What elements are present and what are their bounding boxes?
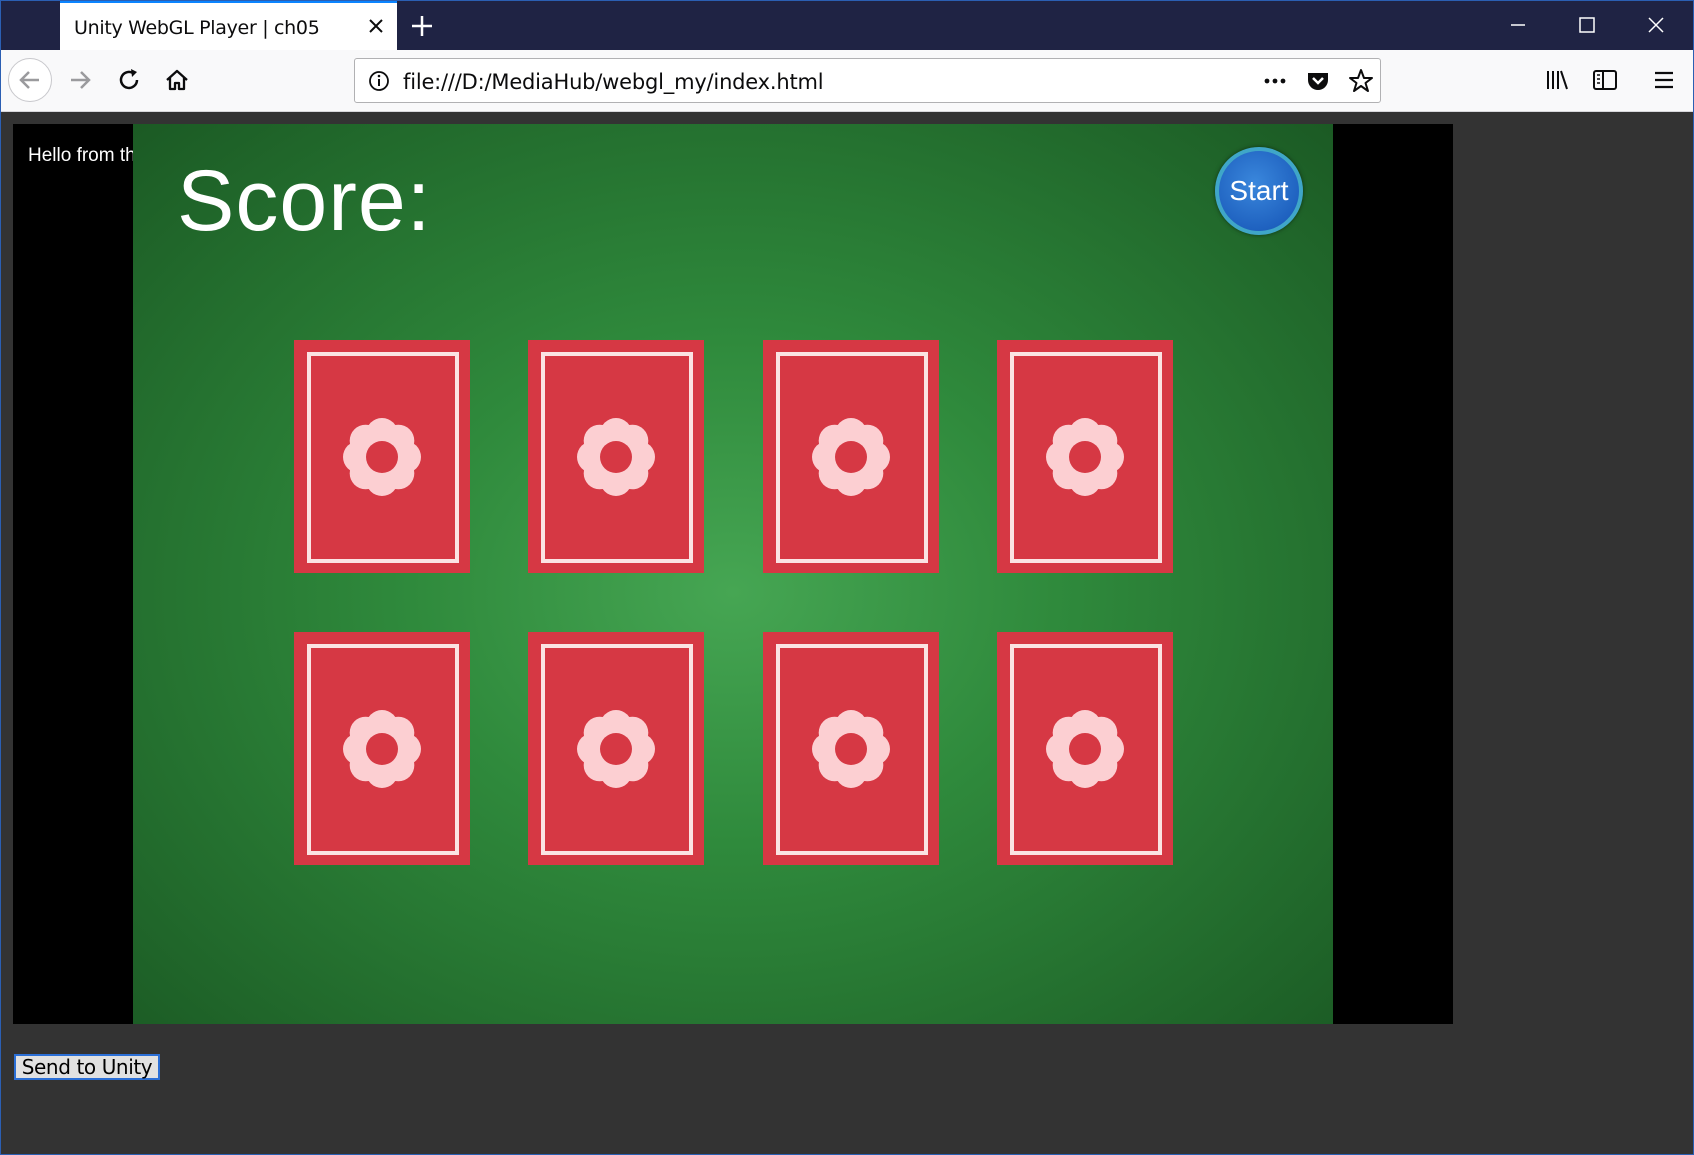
webgl-player: Hello from the browser! Score: Start [13, 124, 1453, 1024]
card[interactable] [528, 340, 704, 573]
card[interactable] [763, 632, 939, 865]
library-icon [1547, 70, 1568, 90]
back-button[interactable] [8, 58, 52, 102]
pocket-icon[interactable] [1304, 67, 1332, 95]
flower-icon [812, 710, 890, 788]
flower-icon [577, 710, 655, 788]
more-icon[interactable] [1261, 67, 1289, 95]
library-button[interactable] [1537, 60, 1577, 100]
info-icon[interactable] [365, 67, 393, 95]
menu-icon [1655, 71, 1673, 89]
nav-toolbar: file:///D:/MediaHub/webgl_my/index.html [0, 50, 1694, 112]
flower-icon [1046, 710, 1124, 788]
flower-icon [343, 418, 421, 496]
home-icon [166, 69, 188, 91]
url-text: file:///D:/MediaHub/webgl_my/index.html [403, 70, 824, 94]
flower-icon [577, 418, 655, 496]
back-arrow-icon [19, 71, 39, 89]
flower-icon [1046, 418, 1124, 496]
forward-arrow-icon [71, 71, 91, 89]
tab-bar: Unity WebGL Player | ch05 [0, 0, 1694, 50]
game-canvas[interactable]: Score: Start [133, 124, 1333, 1024]
forward-button[interactable] [60, 60, 100, 100]
menu-button[interactable] [1644, 60, 1684, 100]
close-icon[interactable] [1622, 0, 1690, 50]
card[interactable] [997, 340, 1173, 573]
sidebar-button[interactable] [1585, 60, 1625, 100]
card[interactable] [528, 632, 704, 865]
url-bar[interactable]: file:///D:/MediaHub/webgl_my/index.html [354, 58, 1381, 103]
sidebar-icon [1593, 70, 1617, 90]
start-button[interactable]: Start [1215, 147, 1303, 235]
reload-icon [119, 69, 139, 90]
card[interactable] [294, 340, 470, 573]
card[interactable] [763, 340, 939, 573]
active-tab[interactable]: Unity WebGL Player | ch05 [60, 1, 397, 50]
card[interactable] [294, 632, 470, 865]
plus-icon[interactable] [406, 10, 438, 42]
flower-icon [343, 710, 421, 788]
star-icon[interactable] [1347, 67, 1375, 95]
score-label: Score: [177, 153, 432, 249]
card[interactable] [997, 632, 1173, 865]
maximize-icon[interactable] [1553, 0, 1621, 50]
minimize-icon[interactable] [1484, 0, 1552, 50]
flower-icon [812, 418, 890, 496]
reload-button[interactable] [109, 60, 149, 100]
tab-title: Unity WebGL Player | ch05 [74, 17, 320, 39]
start-label: Start [1229, 175, 1289, 206]
close-icon[interactable] [363, 13, 389, 39]
send-to-unity-button[interactable]: Send to Unity [14, 1054, 160, 1080]
home-button[interactable] [157, 60, 197, 100]
